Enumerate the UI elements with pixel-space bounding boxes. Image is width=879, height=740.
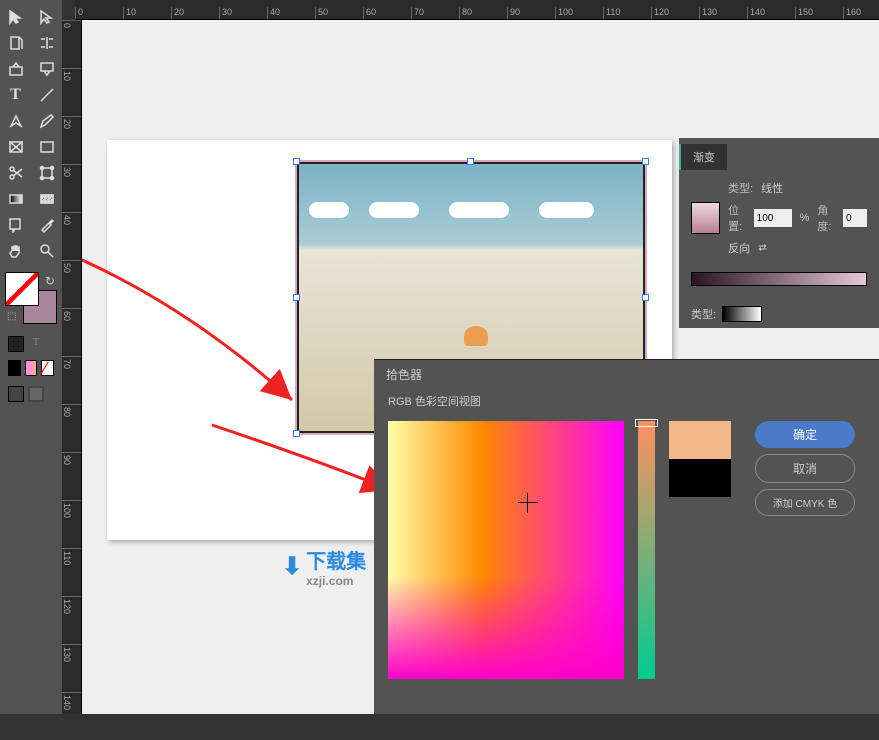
pen-tool[interactable] — [0, 108, 31, 134]
eyedropper-tool[interactable] — [31, 212, 62, 238]
gradient-reverse-icon[interactable]: ⮂ — [758, 242, 767, 255]
gradient-tab[interactable]: 渐变 — [679, 144, 727, 170]
gradient-pos-unit: % — [800, 212, 810, 224]
gradient-preview-swatch[interactable] — [691, 202, 720, 234]
gradient-type-value[interactable]: 线性 — [761, 180, 783, 196]
hue-slider-handle[interactable] — [635, 419, 658, 427]
rectangle-frame-tool[interactable] — [0, 134, 31, 160]
ok-button[interactable]: 确定 — [755, 421, 855, 448]
gradient-feather-tool[interactable] — [31, 186, 62, 212]
zoom-tool[interactable] — [31, 238, 62, 264]
hue-slider[interactable] — [638, 421, 655, 679]
hand-tool[interactable] — [0, 238, 31, 264]
picker-title: 拾色器 — [374, 360, 879, 389]
swap-fill-stroke-icon[interactable]: ⬚ — [7, 311, 16, 322]
gradient-type2-label: 类型: — [691, 306, 716, 322]
gap-tool[interactable] — [31, 30, 62, 56]
gradient-type-label: 类型: — [728, 180, 753, 196]
apply-gradient[interactable] — [25, 360, 38, 376]
watermark-text: 下载集 — [306, 545, 366, 574]
apply-solid[interactable] — [8, 360, 21, 376]
cancel-button[interactable]: 取消 — [755, 454, 855, 483]
selection-tool[interactable] — [0, 4, 31, 30]
apply-color-container[interactable] — [8, 336, 24, 352]
preview-mode[interactable] — [28, 386, 44, 402]
gradient-angle-label: 角度: — [817, 202, 835, 234]
gradient-angle-input[interactable] — [843, 209, 867, 227]
content-collector-tool[interactable] — [0, 56, 31, 82]
default-fill-stroke-icon[interactable]: ↻ — [45, 274, 55, 288]
free-transform-tool[interactable] — [31, 160, 62, 186]
type-tool[interactable]: T — [0, 82, 31, 108]
direct-selection-tool[interactable] — [31, 4, 62, 30]
scissors-tool[interactable] — [0, 160, 31, 186]
pencil-tool[interactable] — [31, 108, 62, 134]
gradient-panel: 渐变 类型: 线性 位置: % 角度: 反向 ⮂ — [679, 138, 879, 328]
ruler-vertical: 0102030405060708090100110120130140 — [62, 20, 82, 714]
gradient-ramp[interactable] — [691, 272, 867, 286]
note-tool[interactable] — [0, 212, 31, 238]
picker-subtitle: RGB 色彩空间视图 — [374, 389, 879, 413]
normal-mode[interactable] — [8, 386, 24, 402]
gradient-pos-input[interactable] — [754, 209, 792, 227]
page-tool[interactable] — [0, 30, 31, 56]
gradient-reverse-label: 反向 — [728, 240, 750, 256]
shell-decoration — [464, 326, 488, 346]
gradient-pos-label: 位置: — [728, 202, 746, 234]
ruler-horizontal: 0102030405060708090100110120130140150160 — [75, 0, 879, 20]
fill-color[interactable] — [5, 272, 39, 306]
toolbox: T ⬚ ↻ T ⁄ — [0, 0, 62, 714]
rectangle-tool[interactable] — [31, 134, 62, 160]
watermark-sub: xzji.com — [306, 574, 366, 588]
fill-stroke-control[interactable]: ⬚ ↻ — [5, 272, 57, 324]
apply-none[interactable]: ⁄ — [41, 360, 54, 376]
saturation-value-field[interactable] — [388, 421, 624, 679]
watermark: ⬇ 下载集 xzji.com — [282, 545, 366, 588]
gradient-type2-swatch[interactable] — [722, 306, 762, 322]
line-tool[interactable] — [31, 82, 62, 108]
add-cmyk-button[interactable]: 添加 CMYK 色 — [755, 489, 855, 516]
content-placer-tool[interactable] — [31, 56, 62, 82]
gradient-swatch-tool[interactable] — [0, 186, 31, 212]
color-picker-dialog: 拾色器 RGB 色彩空间视图 确定 取消 添加 CMYK 色 H:° S:% B… — [374, 359, 879, 714]
color-preview-new — [669, 421, 731, 459]
color-preview-old[interactable] — [669, 459, 731, 497]
apply-color-text[interactable]: T — [28, 336, 44, 352]
